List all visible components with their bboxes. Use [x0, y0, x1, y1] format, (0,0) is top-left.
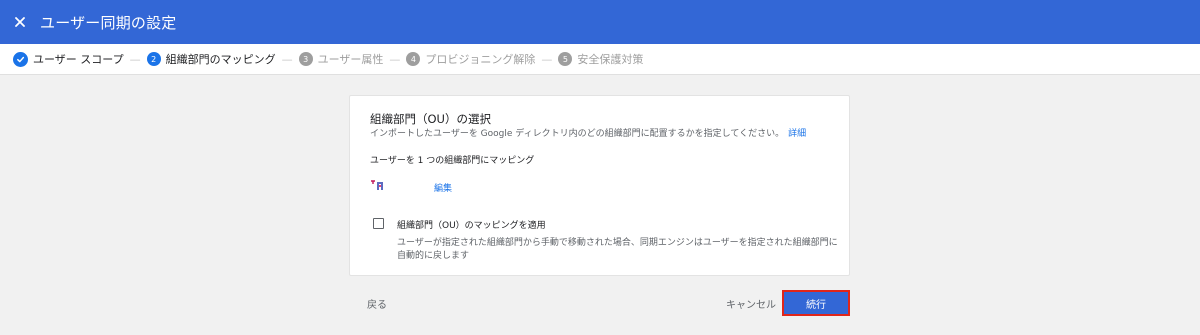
step-label: 安全保護対策 — [577, 53, 644, 66]
edit-link[interactable]: 編集 — [434, 181, 452, 194]
apply-ou-mapping-checkbox[interactable] — [373, 218, 384, 229]
header-bar: ユーザー同期の設定 — [0, 0, 1200, 44]
checkbox-description: ユーザーが指定された組織部門から手動で移動された場合、同期エンジンはユーザーを指… — [397, 238, 838, 261]
close-icon — [15, 17, 25, 27]
check-icon — [13, 51, 28, 67]
page-title: ユーザー同期の設定 — [40, 13, 177, 32]
ou-selection-card: 組織部門（OU）の選択 インポートしたユーザーを Google ディレクトリ内の… — [349, 95, 850, 276]
mapping-text: ユーザーを 1 つの組織部門にマッピング — [370, 156, 535, 166]
card-description: インポートしたユーザーを Google ディレクトリ内のどの組織部門に配置するか… — [370, 126, 806, 139]
step-number: 5 — [558, 52, 573, 66]
step-separator: — — [541, 52, 553, 66]
close-button[interactable] — [0, 0, 40, 44]
step-label: 組織部門のマッピング — [165, 53, 276, 66]
step-ou-mapping[interactable]: 2 組織部門のマッピング — [146, 51, 276, 67]
cancel-button[interactable]: キャンセル — [726, 296, 776, 311]
org-unit-icon — [371, 180, 383, 190]
details-link[interactable]: 詳細 — [788, 129, 806, 139]
step-number: 2 — [146, 52, 161, 66]
step-separator: — — [281, 52, 293, 66]
step-label: ユーザー スコープ — [33, 53, 124, 66]
step-deprovisioning[interactable]: 4 プロビジョニング解除 — [406, 51, 535, 67]
description-text: インポートしたユーザーを Google ディレクトリ内のどの組織部門に配置するか… — [370, 129, 785, 139]
step-number: 3 — [298, 52, 313, 66]
step-label: ユーザー属性 — [317, 53, 384, 66]
card-title: 組織部門（OU）の選択 — [370, 112, 491, 126]
step-separator: — — [389, 52, 401, 66]
step-number: 4 — [406, 52, 421, 66]
step-user-attributes[interactable]: 3 ユーザー属性 — [298, 51, 384, 67]
checkbox-label: 組織部門（OU）のマッピングを適用 — [397, 221, 546, 231]
back-button[interactable]: 戻る — [367, 296, 387, 311]
step-label: プロビジョニング解除 — [425, 53, 536, 66]
stepper: ユーザー スコープ — 2 組織部門のマッピング — 3 ユーザー属性 — 4 … — [0, 44, 1200, 75]
step-user-scope[interactable]: ユーザー スコープ — [13, 51, 124, 67]
step-separator: — — [129, 52, 141, 66]
step-safeguards[interactable]: 5 安全保護対策 — [558, 51, 643, 67]
continue-button[interactable]: 続行 — [782, 290, 850, 316]
